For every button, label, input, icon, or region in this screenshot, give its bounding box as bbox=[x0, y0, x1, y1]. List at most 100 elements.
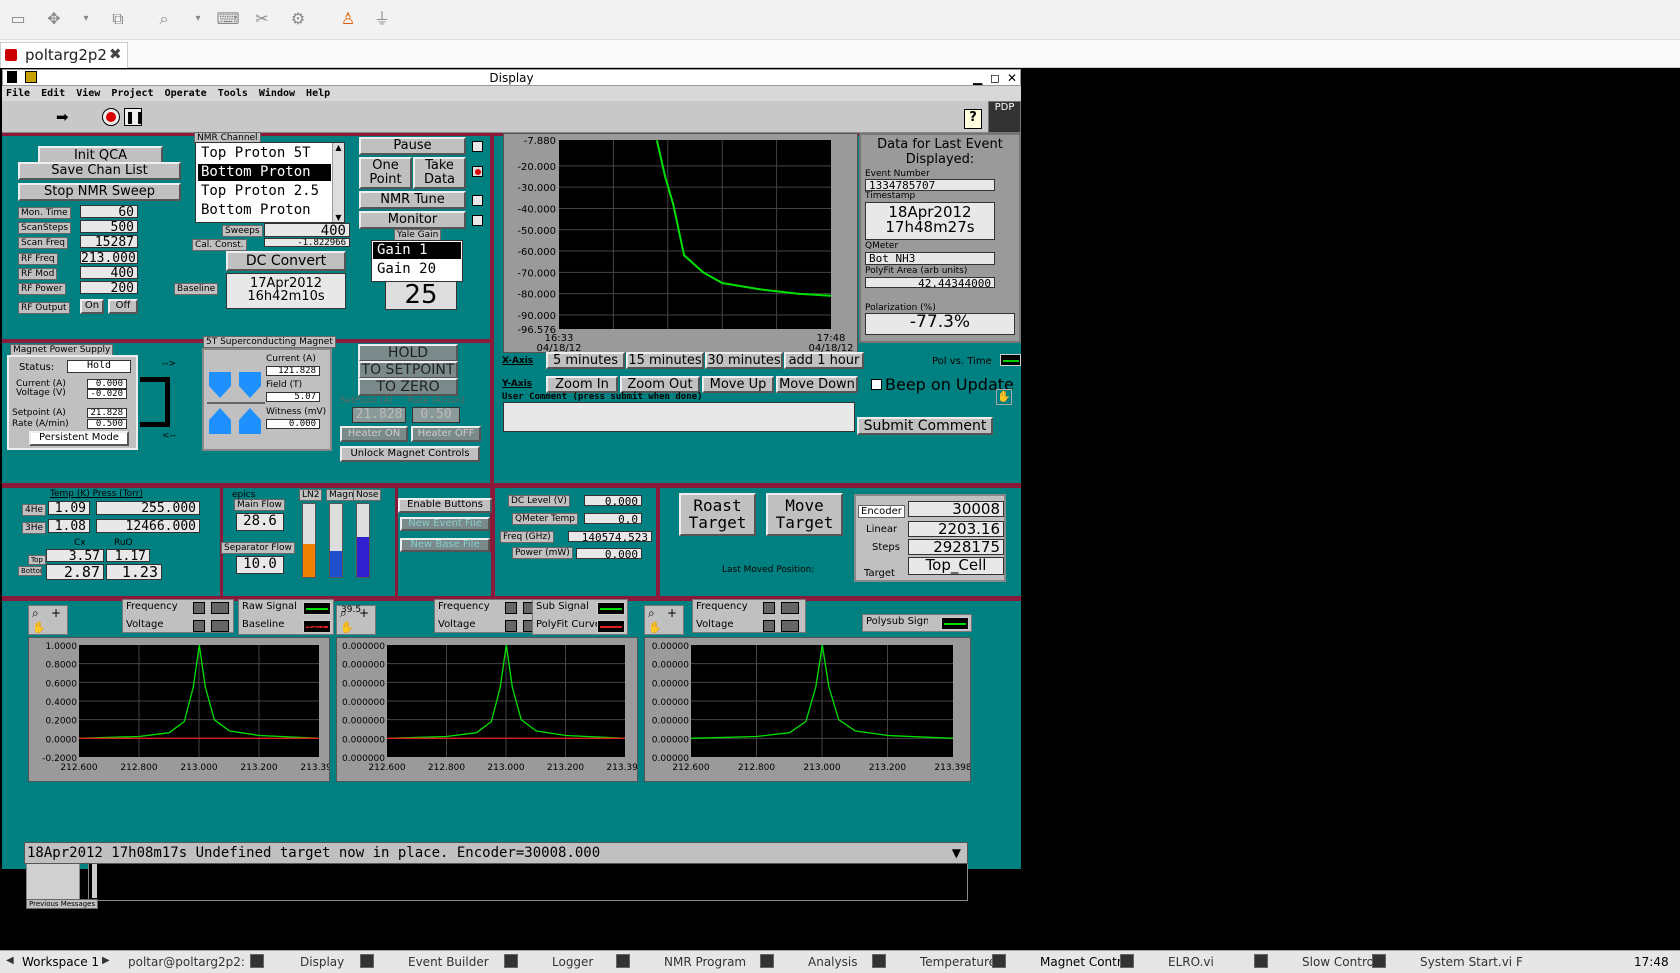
scroll-up-icon[interactable]: ▲ bbox=[333, 143, 344, 152]
minimize-icon[interactable]: ▁ bbox=[973, 70, 982, 86]
to-setpoint-button[interactable]: TO SETPOINT bbox=[358, 361, 458, 379]
axis-lock-icon[interactable] bbox=[763, 620, 775, 632]
channel-item[interactable]: Bottom Proton bbox=[198, 164, 331, 181]
axis-lock-icon[interactable] bbox=[193, 620, 205, 632]
monitor-button[interactable]: Monitor bbox=[359, 211, 466, 229]
taskbar-item[interactable]: Magnet Control bbox=[1040, 955, 1132, 969]
axis-format-icon[interactable] bbox=[781, 602, 799, 614]
scrollbar[interactable]: ▲ ▼ bbox=[332, 143, 344, 222]
axis-format-icon[interactable] bbox=[211, 602, 229, 614]
param-field[interactable]: 200 bbox=[80, 281, 138, 294]
menu-project[interactable]: Project bbox=[111, 88, 153, 99]
param-field[interactable]: 213.000 bbox=[80, 251, 138, 264]
taskbar-item[interactable]: Analysis bbox=[808, 955, 857, 969]
rf-on-button[interactable]: On bbox=[80, 299, 104, 314]
system-menu-icon[interactable] bbox=[7, 71, 17, 83]
axis-lock-icon[interactable] bbox=[763, 602, 775, 614]
move-icon[interactable]: ✥ bbox=[42, 8, 66, 30]
maximize-icon[interactable]: ◻ bbox=[990, 70, 1000, 86]
y-axis-button[interactable]: Move Up bbox=[702, 376, 774, 393]
stop-nmr-sweep-button[interactable]: Stop NMR Sweep bbox=[18, 183, 181, 201]
tools-icon[interactable]: ✂ bbox=[250, 8, 274, 30]
save-chan-list-button[interactable]: Save Chan List bbox=[18, 162, 181, 180]
window-icon[interactable]: ▭ bbox=[6, 8, 30, 30]
dc-convert-button[interactable]: DC Convert bbox=[226, 251, 346, 271]
abort-button[interactable] bbox=[102, 108, 120, 126]
taskbar-item[interactable]: Logger bbox=[552, 955, 593, 969]
comment-input[interactable] bbox=[503, 402, 855, 432]
mps-setpoint-field[interactable]: 21.828 bbox=[87, 408, 127, 418]
channel-item[interactable]: Bottom Proton bbox=[198, 202, 331, 219]
heater-off-button[interactable]: Heater OFF bbox=[411, 426, 481, 442]
menu-view[interactable]: View bbox=[76, 88, 100, 99]
submit-comment-button[interactable]: Submit Comment bbox=[857, 417, 993, 435]
scrollbar[interactable] bbox=[92, 860, 97, 898]
close-icon[interactable]: ✖ bbox=[109, 45, 122, 63]
nmr-channel-list[interactable]: Top Proton 5T Bottom Proton Top Proton 2.5… bbox=[195, 142, 345, 223]
prev-workspace-icon[interactable]: ◀ bbox=[6, 955, 14, 966]
chevron-down-icon[interactable]: ▾ bbox=[186, 8, 210, 30]
pause-button[interactable]: Pause bbox=[359, 137, 466, 155]
taskbar-item[interactable]: NMR Program bbox=[664, 955, 746, 969]
axis-format-icon[interactable] bbox=[781, 620, 799, 632]
rf-off-button[interactable]: Off bbox=[108, 299, 138, 314]
gain-list[interactable]: Gain 1Gain 20Gain 50 bbox=[371, 240, 463, 282]
help-icon[interactable]: ? bbox=[964, 109, 982, 129]
x-axis-button[interactable]: 15 minutes bbox=[626, 352, 704, 369]
axis-lock-icon[interactable] bbox=[193, 602, 205, 614]
crosshair-icon[interactable]: + bbox=[51, 606, 61, 620]
mps-rate-field[interactable]: 0.500 bbox=[87, 419, 127, 429]
gain-item[interactable]: Gain 1 bbox=[373, 242, 461, 259]
next-workspace-icon[interactable]: ▶ bbox=[102, 955, 110, 966]
x-axis-button[interactable]: add 1 hour bbox=[784, 352, 864, 369]
y-axis-button[interactable]: Move Down bbox=[776, 376, 858, 393]
channel-item[interactable]: Top Proton 2.5 bbox=[198, 183, 331, 200]
taskbar-item[interactable]: Display bbox=[300, 955, 344, 969]
hand-icon[interactable]: ✋ bbox=[32, 621, 46, 634]
y-axis-button[interactable]: Zoom Out bbox=[620, 376, 700, 393]
keyboard-icon[interactable]: ⌨ bbox=[216, 8, 240, 30]
take-data-button[interactable]: Take Data bbox=[413, 157, 466, 189]
tab-poltarg2p2[interactable]: poltarg2p2 ✖ bbox=[0, 42, 128, 68]
hold-button[interactable]: HOLD bbox=[358, 344, 458, 362]
menu-tools[interactable]: Tools bbox=[218, 88, 248, 99]
move-target-button[interactable]: Move Target bbox=[766, 493, 843, 536]
taskbar-item[interactable]: Temperature bbox=[920, 955, 996, 969]
menu-help[interactable]: Help bbox=[306, 88, 330, 99]
crosshair-icon[interactable]: + bbox=[667, 606, 677, 620]
x-axis-button[interactable]: 5 minutes bbox=[546, 352, 625, 369]
param-field[interactable]: 60 bbox=[80, 205, 138, 218]
persistent-mode-button[interactable]: Persistent Mode bbox=[29, 431, 129, 446]
sweeps-field[interactable]: 400 bbox=[264, 223, 350, 237]
joystick-icon[interactable]: ♙ bbox=[336, 8, 360, 30]
channel-item[interactable]: Top Proton 5T bbox=[198, 145, 331, 162]
zoom-icon[interactable]: ⌕ bbox=[152, 8, 176, 30]
gain-item[interactable]: Gain 20 bbox=[373, 261, 461, 278]
roast-target-button[interactable]: Roast Target bbox=[679, 493, 756, 536]
menu-file[interactable]: File bbox=[6, 88, 30, 99]
settings-icon[interactable]: ⚙ bbox=[286, 8, 310, 30]
workspace-label[interactable]: Workspace 1 bbox=[22, 955, 99, 969]
copy-icon[interactable]: ⧉ bbox=[106, 8, 130, 30]
new-base-file-button[interactable]: New Base File bbox=[400, 538, 490, 552]
latest-message-dropdown[interactable]: 18Apr2012 17h08m17s Undefined target now… bbox=[24, 842, 968, 864]
taskbar-item[interactable]: ELRO.vi bbox=[1168, 955, 1214, 969]
beep-checkbox[interactable] bbox=[871, 379, 882, 390]
axis-format-icon[interactable] bbox=[211, 620, 229, 632]
close-icon[interactable]: ✕ bbox=[1007, 70, 1017, 86]
taskbar-item[interactable]: System Start.vi F bbox=[1420, 955, 1523, 969]
hand-icon[interactable]: ✋ bbox=[648, 621, 662, 634]
chevron-down-icon[interactable]: ▾ bbox=[74, 8, 98, 30]
hand-icon[interactable]: ✋ bbox=[340, 621, 354, 634]
param-field[interactable]: 500 bbox=[80, 220, 138, 233]
menu-operate[interactable]: Operate bbox=[165, 88, 207, 99]
axis-lock-icon[interactable] bbox=[505, 620, 517, 632]
enable-buttons-button[interactable]: Enable Buttons bbox=[398, 498, 492, 513]
axis-lock-icon[interactable] bbox=[505, 602, 517, 614]
menu-window[interactable]: Window bbox=[259, 88, 295, 99]
y-axis-button[interactable]: Zoom In bbox=[546, 376, 618, 393]
taskbar-item[interactable]: poltar@poltarg2p2: bbox=[128, 955, 245, 969]
param-field[interactable]: 400 bbox=[80, 266, 138, 279]
hand-icon[interactable]: ✋ bbox=[996, 389, 1012, 405]
scroll-down-icon[interactable]: ▼ bbox=[333, 213, 344, 222]
